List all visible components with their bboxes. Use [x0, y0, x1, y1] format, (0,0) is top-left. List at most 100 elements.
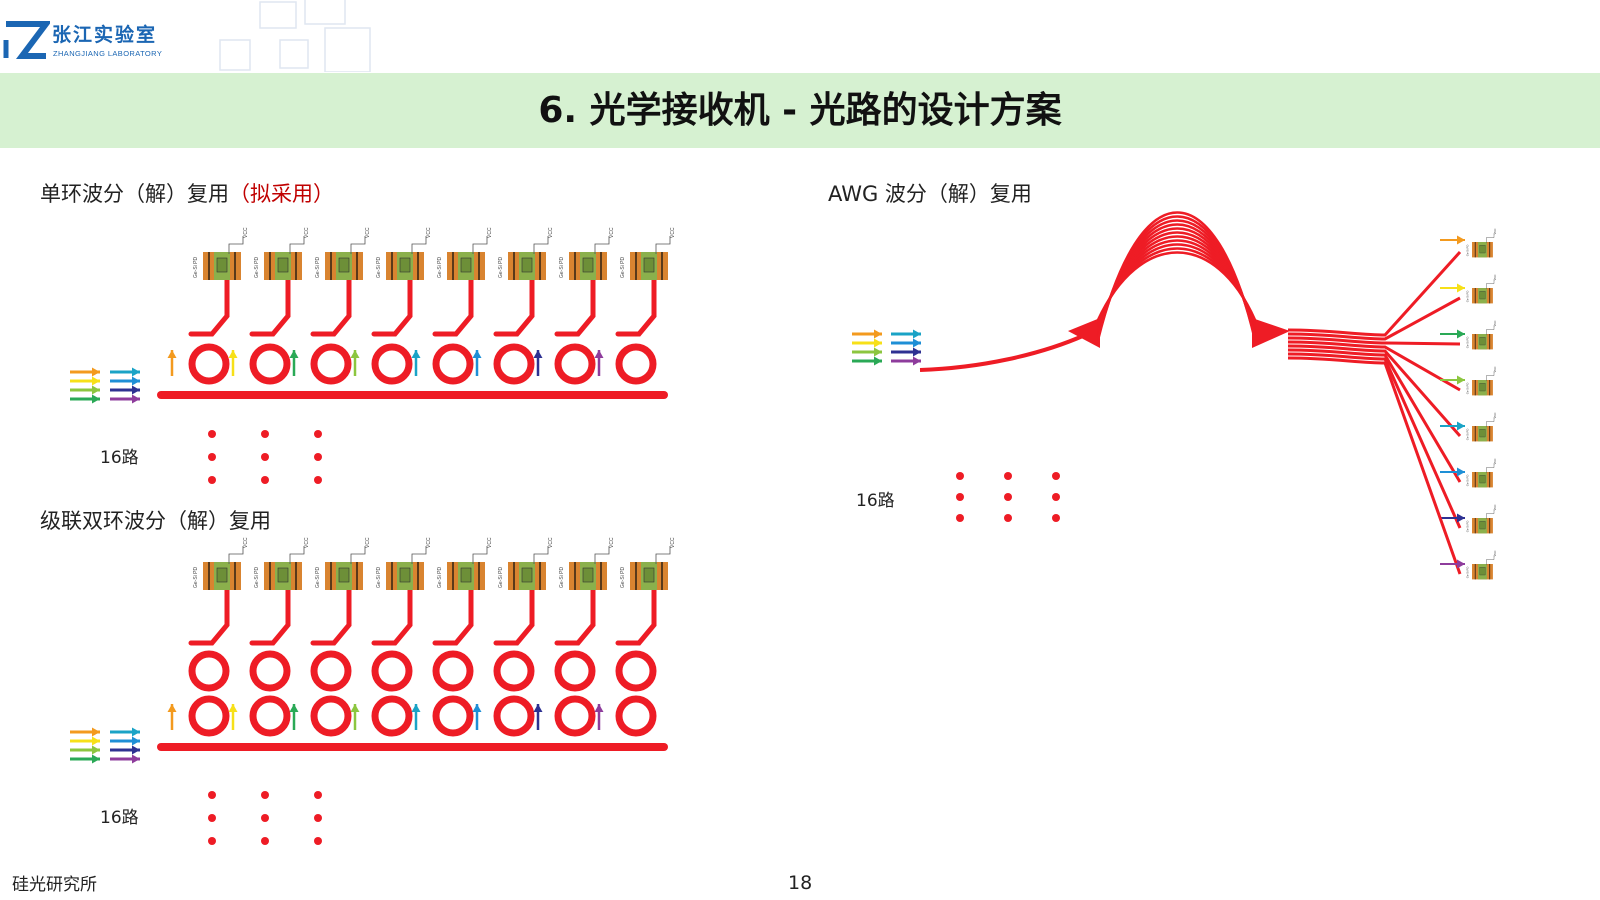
detector-contact [417, 562, 419, 590]
ge-si-photodetector: Ge-Si PD VCC [254, 227, 310, 280]
detector-contact [539, 562, 541, 590]
input-wavelength-arrow-head [92, 745, 100, 755]
output-wavelength-arrow [1440, 283, 1465, 293]
input-wavelength-arrow [110, 394, 140, 404]
detector-vcc-wire [533, 546, 549, 564]
detector-contact [661, 252, 663, 280]
ellipsis-dot [1052, 493, 1060, 501]
input-wavelength-arrow-head [92, 727, 100, 737]
microring-resonator [249, 343, 291, 385]
microring-resonator [554, 650, 596, 692]
input-wavelength-arrow [110, 745, 140, 755]
drop-waveguide [554, 277, 596, 337]
microring-resonator [371, 650, 413, 692]
ellipsis-dot [208, 476, 216, 484]
drop-wavelength-arrow [594, 350, 604, 376]
input-wavelength-arrow-head [874, 347, 882, 357]
detector-junction [582, 567, 594, 583]
input-wavelength-arrow-head [874, 329, 882, 339]
ge-si-photodetector: Ge-Si PD VCC [498, 227, 554, 280]
microring-resonator [249, 695, 291, 737]
ellipsis-dot [956, 493, 964, 501]
detector-vcc-label: VCC [1493, 504, 1497, 510]
input-wavelength-arrow [110, 727, 140, 737]
detector-pd-label: Ge-Si PD [559, 566, 565, 588]
detector-vcc-label: VCC [426, 227, 432, 238]
ellipsis-dot [261, 430, 269, 438]
detector-contact [478, 562, 480, 590]
ellipsis-dot [208, 837, 216, 845]
detector-pd-label: Ge-Si PD [1466, 567, 1470, 579]
microring-resonator [615, 343, 657, 385]
detector-contact [635, 562, 637, 590]
awg-output-star-coupler [1252, 318, 1290, 348]
ellipsis-dot [1052, 472, 1060, 480]
detector-vcc-wire [228, 236, 244, 254]
ge-si-photodetector: Ge-Si PD VCC [1466, 366, 1497, 396]
ge-si-photodetector: Ge-Si PD VCC [376, 227, 432, 280]
detector-vcc-label: VCC [365, 227, 371, 238]
input-wavelength-arrow [70, 745, 100, 755]
input-wavelength-arrow [891, 329, 921, 339]
microring-resonator [310, 343, 352, 385]
ellipsis-dot [1052, 514, 1060, 522]
detector-pd-label: Ge-Si PD [437, 256, 443, 278]
input-wavelength-arrow [891, 338, 921, 348]
detector-junction [1479, 383, 1486, 392]
detector-contact [574, 562, 576, 590]
detector-contact [269, 562, 271, 590]
output-wavelength-arrow-head [1457, 513, 1465, 523]
detector-vcc-wire [1486, 233, 1495, 244]
detector-pd-label: Ge-Si PD [1466, 429, 1470, 441]
detector-contact [1474, 518, 1476, 534]
input-wavelength-arrow-head [132, 736, 140, 746]
drop-waveguide [615, 587, 657, 646]
detector-junction [338, 567, 350, 583]
ge-si-photodetector: Ge-Si PD VCC [559, 227, 615, 280]
output-wavelength-arrow-head [1457, 329, 1465, 339]
drop-wavelength-arrow [289, 350, 299, 376]
input-wavelength-arrow-head [913, 329, 921, 339]
input-wavelength-arrow [891, 356, 921, 366]
detector-contact [330, 562, 332, 590]
detector-vcc-label: VCC [1493, 458, 1497, 464]
detector-vcc-wire [655, 236, 671, 254]
detector-vcc-wire [472, 546, 488, 564]
detector-vcc-label: VCC [304, 537, 310, 548]
awg-ellipsis [956, 472, 1060, 522]
input-wavelength-arrow [110, 385, 140, 395]
ge-si-photodetector: Ge-Si PD VCC [620, 537, 676, 590]
detector-pd-label: Ge-Si PD [254, 256, 260, 278]
drop-wavelength-arrow [289, 704, 299, 730]
detector-vcc-label: VCC [1493, 228, 1497, 234]
detector-pd-label: Ge-Si PD [1466, 291, 1470, 303]
ellipsis-dot [261, 476, 269, 484]
ge-si-photodetector: Ge-Si PD VCC [315, 227, 371, 280]
detector-contact [1474, 564, 1476, 580]
ge-si-photodetector: Ge-Si PD VCC [376, 537, 432, 590]
awg-output-waveguide [1287, 348, 1462, 483]
input-wavelength-arrow [70, 736, 100, 746]
detector-vcc-label: VCC [243, 227, 249, 238]
detector-vcc-wire [594, 236, 610, 254]
detector-junction [1479, 291, 1486, 300]
input-wavelength-arrow [852, 356, 882, 366]
ge-si-photodetector: Ge-Si PD VCC [193, 537, 249, 590]
microring-resonator [188, 650, 230, 692]
detector-junction [460, 567, 472, 583]
ge-si-photodetector: Ge-Si PD VCC [193, 227, 249, 280]
detector-junction [277, 257, 289, 273]
input-wavelength-arrow [110, 367, 140, 377]
ge-si-photodetector: Ge-Si PD VCC [559, 537, 615, 590]
detector-junction [643, 257, 655, 273]
detector-vcc-wire [533, 236, 549, 254]
ge-si-photodetector: Ge-Si PD VCC [1466, 550, 1497, 580]
awg-output-waveguide [1287, 250, 1462, 337]
awg-output-waveguide [1287, 296, 1461, 341]
detector-pd-label: Ge-Si PD [376, 566, 382, 588]
detector-contact [234, 252, 236, 280]
input-wavelength-arrow [110, 754, 140, 764]
drop-wavelength-arrow-head [289, 350, 299, 358]
drop-waveguide [432, 587, 474, 646]
detector-contact [330, 252, 332, 280]
